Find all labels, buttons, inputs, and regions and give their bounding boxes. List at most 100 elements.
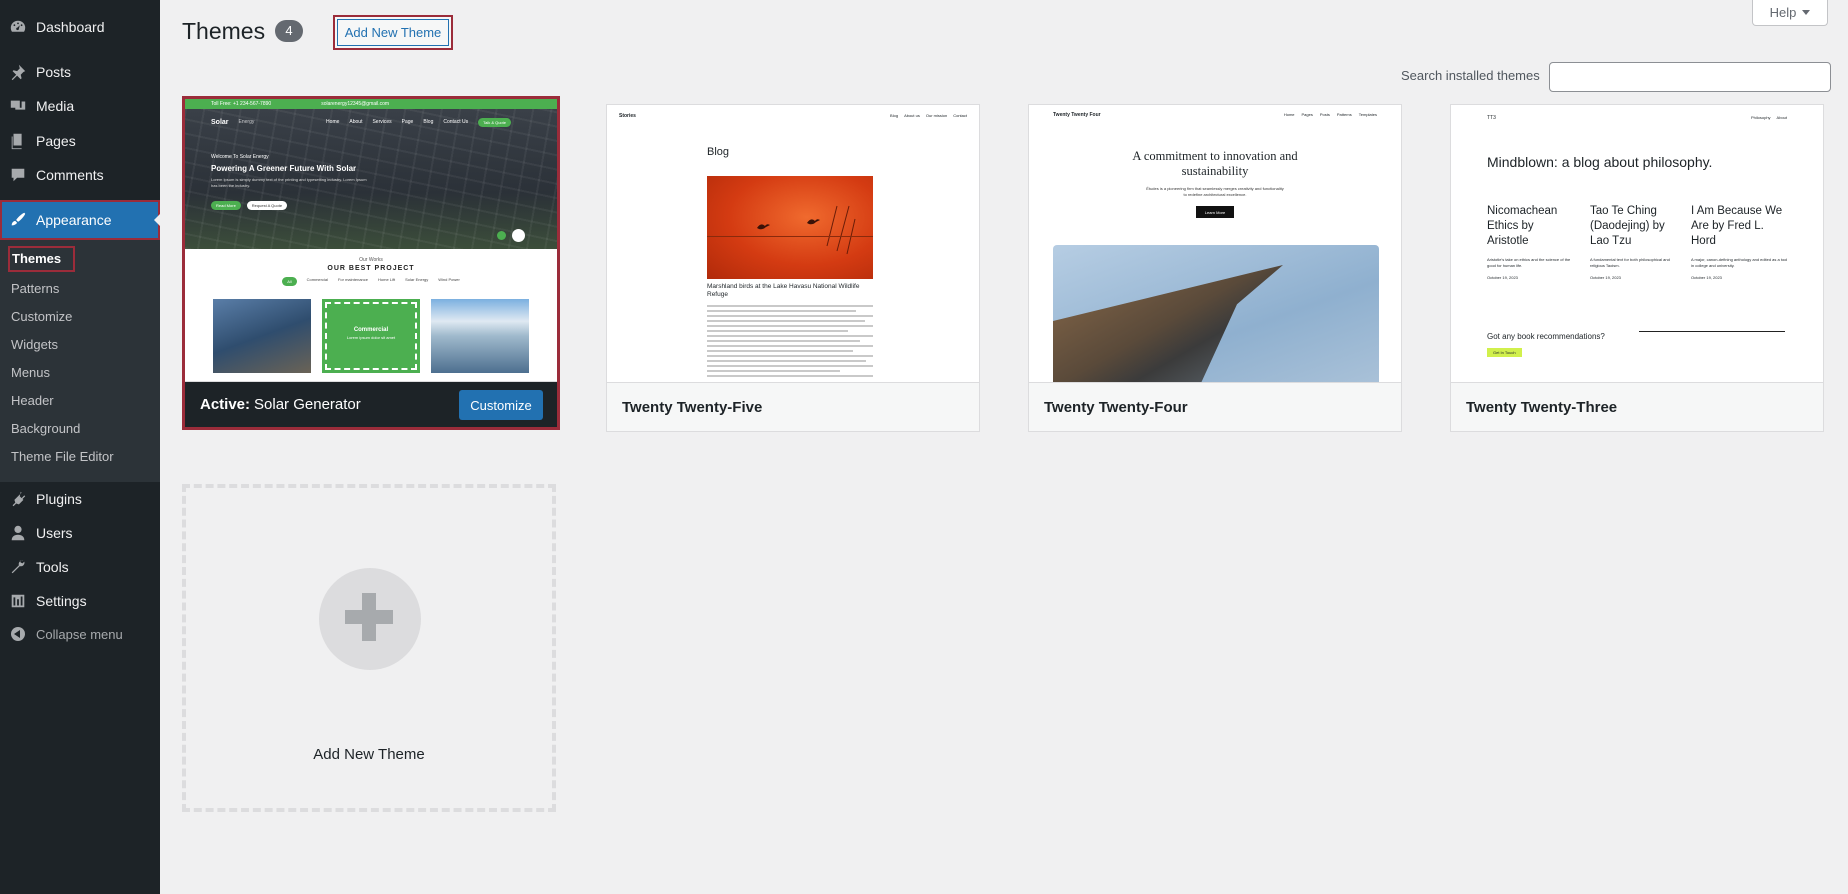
preview-nav-item: About: [1776, 115, 1787, 120]
preview-headline: Powering A Greener Future With Solar: [211, 164, 357, 173]
theme-screenshot[interactable]: Stories Blog About us Our mission Contac…: [607, 105, 979, 383]
preview-project-tile-active: Commercial Lorem ipsum dolor sit amet: [322, 299, 420, 373]
preview-request-quote: Request A Quote: [246, 201, 288, 210]
sidebar-item-comments[interactable]: Comments: [0, 160, 160, 190]
preview-post-date: October 19, 2023: [1590, 275, 1621, 280]
theme-card-twenty-twenty-three[interactable]: TT3 Philosophy About Mindblown: a blog a…: [1450, 104, 1824, 432]
admin-sidebar: Dashboard Posts Media Pages Comments App…: [0, 0, 160, 894]
sidebar-item-users[interactable]: Users: [0, 518, 160, 548]
preview-heading: Blog: [707, 146, 730, 158]
preview-nav-item: Services: [372, 119, 392, 125]
preview-nav-item: Our mission: [925, 113, 948, 118]
preview-nav-cta: Talk & Quote: [478, 117, 511, 127]
submenu-theme-file-editor[interactable]: Theme File Editor: [11, 448, 114, 466]
sidebar-item-settings[interactable]: Settings: [0, 586, 160, 616]
preview-headline: A commitment to innovation and sustainab…: [1132, 149, 1298, 178]
sidebar-item-label: Comments: [36, 167, 104, 183]
preview-nav-item: Home: [1283, 112, 1295, 117]
comment-icon: [8, 165, 28, 185]
preview-filter: Solar Energy: [405, 277, 429, 282]
sidebar-item-label: Settings: [36, 593, 87, 609]
pages-icon: [8, 131, 28, 151]
preview-site-title: TT3: [1487, 115, 1496, 121]
sidebar-item-media[interactable]: Media: [0, 91, 160, 121]
theme-name: Twenty Twenty-Five: [607, 383, 979, 431]
sidebar-item-label: Appearance: [36, 212, 112, 228]
preview-site-title: Stories: [619, 113, 636, 119]
preview-tile-sub: Lorem ipsum dolor sit amet: [346, 335, 396, 340]
theme-card-twenty-twenty-five[interactable]: Stories Blog About us Our mission Contac…: [606, 104, 980, 432]
collapse-icon: [8, 624, 28, 644]
preview-filter: Wind Power: [438, 277, 460, 282]
preview-post-excerpt: Aristotle's take on ethics and the scien…: [1487, 257, 1571, 268]
preview-phone: Toll Free: +1 234-567-7890: [211, 101, 272, 107]
active-prefix: Active:: [200, 396, 251, 413]
sidebar-item-pages[interactable]: Pages: [0, 126, 160, 156]
sidebar-item-appearance[interactable]: Appearance: [0, 200, 160, 240]
brush-icon: [8, 210, 28, 230]
preview-featured-image: [1053, 245, 1379, 382]
sidebar-item-label: Posts: [36, 64, 72, 80]
search-label: Search installed themes: [1401, 68, 1540, 83]
preview-nav-item: Posts: [1319, 112, 1330, 117]
preview-nav-item: Blog: [423, 119, 434, 125]
submenu-header[interactable]: Header: [11, 392, 54, 410]
submenu-background[interactable]: Background: [11, 420, 80, 438]
preview-welcome: Welcome To Solar Energy: [211, 154, 269, 160]
preview-logo: Solar: [211, 118, 229, 126]
preview-nav-item: Page: [401, 119, 414, 125]
preview-filter: Commercial: [306, 277, 328, 282]
preview-post-excerpt: A major, canon-defining anthology and ed…: [1691, 257, 1788, 268]
preview-nav-item: Templates: [1358, 112, 1377, 117]
submenu-themes[interactable]: Themes: [8, 246, 75, 272]
theme-count-badge: 4: [275, 20, 303, 42]
preview-post-excerpt: A fundamental text for both philosophica…: [1590, 257, 1670, 268]
preview-hero: Solar Energy Home About Services Page Bl…: [185, 109, 557, 249]
submenu-customize[interactable]: Customize: [11, 308, 72, 326]
preview-body: Lorem Ipsum is simply dummy text of the …: [211, 177, 367, 188]
preview-logo-sub: Energy: [238, 119, 255, 125]
preview-body-text: [707, 305, 873, 380]
theme-screenshot[interactable]: TT3 Philosophy About Mindblown: a blog a…: [1451, 105, 1823, 383]
preview-nav-item: Pages: [1301, 112, 1313, 117]
theme-name-bar: Active: Solar Generator Customize: [185, 382, 557, 427]
sidebar-item-label: Media: [36, 98, 75, 114]
plugin-icon: [8, 489, 28, 509]
dashboard-icon: [8, 17, 28, 37]
help-label: Help: [1769, 5, 1797, 20]
sidebar-item-tools[interactable]: Tools: [0, 552, 160, 582]
search-themes-input[interactable]: [1549, 62, 1831, 92]
sidebar-item-label: Tools: [36, 559, 69, 575]
customize-button[interactable]: Customize: [459, 390, 543, 420]
submenu-widgets[interactable]: Widgets: [11, 336, 58, 354]
theme-card-twenty-twenty-four[interactable]: Twenty Twenty Four Home Pages Posts Patt…: [1028, 104, 1402, 432]
preview-nav-item: Contact: [953, 113, 967, 118]
sidebar-item-label: Dashboard: [36, 19, 105, 35]
sidebar-item-label: Collapse menu: [36, 626, 123, 642]
submenu-menus[interactable]: Menus: [11, 364, 50, 382]
collapse-menu-button[interactable]: Collapse menu: [0, 619, 160, 649]
theme-card-solar-generator[interactable]: Toll Free: +1 234-567-7890 solarenergy12…: [182, 96, 560, 430]
sidebar-item-plugins[interactable]: Plugins: [0, 484, 160, 514]
add-new-theme-button[interactable]: Add New Theme: [333, 15, 453, 50]
add-new-theme-tile[interactable]: Add New Theme: [182, 484, 556, 812]
submenu-patterns[interactable]: Patterns: [11, 280, 59, 298]
page-title: Themes: [182, 18, 266, 44]
preview-body: Études is a pioneering firm that seamles…: [1146, 186, 1284, 197]
help-tab-button[interactable]: Help: [1752, 0, 1828, 26]
preview-post-date: October 19, 2023: [1691, 275, 1722, 280]
preview-email: solarenergy12345@gmail.com: [321, 101, 390, 107]
preview-project-tile: [213, 299, 311, 373]
sidebar-item-dashboard[interactable]: Dashboard: [0, 12, 160, 42]
preview-featured-image: [707, 176, 873, 279]
preview-filter: For maintenance: [337, 277, 368, 282]
theme-screenshot[interactable]: Toll Free: +1 234-567-7890 solarenergy12…: [185, 99, 557, 382]
preview-nav-item: About: [349, 119, 363, 125]
plus-icon: [319, 568, 421, 670]
theme-name: Twenty Twenty-Three: [1451, 383, 1823, 431]
sidebar-item-posts[interactable]: Posts: [0, 57, 160, 87]
user-icon: [8, 523, 28, 543]
theme-screenshot[interactable]: Twenty Twenty Four Home Pages Posts Patt…: [1029, 105, 1401, 383]
preview-nav-item: Contact Us: [443, 119, 469, 125]
theme-name: Twenty Twenty-Four: [1029, 383, 1401, 431]
